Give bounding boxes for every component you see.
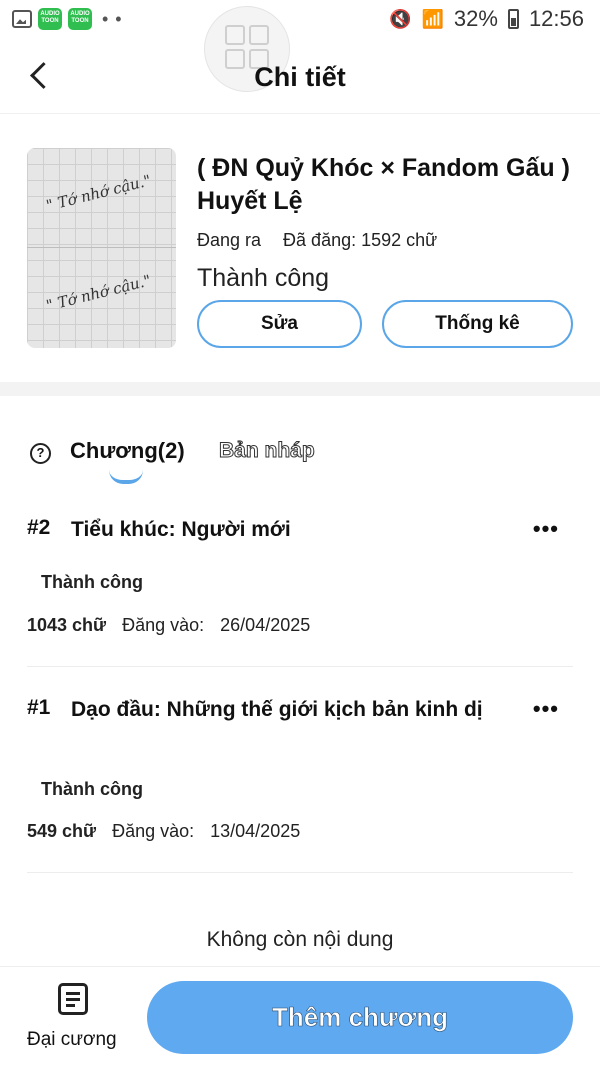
header: Chi tiết bbox=[0, 42, 600, 114]
status-right: 🔇 📶 32% 12:56 bbox=[389, 6, 584, 32]
status-left: AUDIO TOON AUDIO TOON • • bbox=[12, 8, 123, 30]
chapter-meta: 549 chữ Đăng vào: 13/04/2025 bbox=[27, 821, 300, 842]
outline-button[interactable]: Đại cương bbox=[22, 981, 126, 1057]
book-state: Đang ra bbox=[197, 230, 262, 250]
tab-drafts[interactable]: Bản nháp bbox=[219, 439, 316, 463]
chapter-title: Tiểu khúc: Người mới bbox=[71, 518, 291, 541]
document-icon bbox=[58, 983, 88, 1015]
posted-date: 13/04/2025 bbox=[210, 821, 301, 841]
section-divider bbox=[0, 382, 600, 396]
cover-text: " Tớ nhớ cậu." bbox=[44, 271, 153, 315]
help-icon[interactable]: ? bbox=[30, 443, 51, 464]
chapter-meta: 1043 chữ Đăng vào: 26/04/2025 bbox=[27, 615, 310, 636]
chapter-item[interactable]: #2 Tiểu khúc: Người mới ••• Thành công 1… bbox=[27, 516, 573, 667]
book-status: Thành công bbox=[197, 264, 330, 292]
outline-label: Đại cương bbox=[27, 1029, 117, 1050]
book-card: " Tớ nhớ cậu." " Tớ nhớ cậu." ( ĐN Quỷ K… bbox=[0, 114, 600, 382]
chapter-number: #2 bbox=[27, 516, 51, 539]
audio-toon-icon: AUDIO TOON bbox=[68, 8, 92, 30]
posted-date: 26/04/2025 bbox=[220, 615, 311, 635]
chapter-item[interactable]: #1 Dạo đầu: Những thế giới kịch bản kinh… bbox=[27, 696, 573, 873]
cover-text: " Tớ nhớ cậu." bbox=[44, 171, 153, 215]
chapter-tabs: ? Chương(2) Bản nháp bbox=[0, 426, 600, 486]
chapter-status: Thành công bbox=[41, 572, 143, 592]
active-tab-indicator bbox=[109, 470, 143, 484]
bottom-bar: Đại cương Thêm chương bbox=[0, 966, 600, 1067]
book-title: ( ĐN Quỷ Khóc × Fandom Gấu ) Huyết Lệ bbox=[197, 154, 570, 215]
more-options-icon[interactable]: ••• bbox=[533, 516, 559, 542]
chapter-word-count: 549 chữ bbox=[27, 821, 97, 841]
wifi-icon: 📶 bbox=[421, 8, 444, 29]
chapter-heading: #2 Tiểu khúc: Người mới bbox=[27, 516, 507, 544]
chapter-word-count: 1043 chữ bbox=[27, 615, 107, 635]
chapter-heading: #1 Dạo đầu: Những thế giới kịch bản kinh… bbox=[27, 696, 507, 724]
clock: 12:56 bbox=[528, 6, 584, 31]
add-chapter-button[interactable]: Thêm chương bbox=[147, 981, 573, 1054]
book-cover[interactable]: " Tớ nhớ cậu." " Tớ nhớ cậu." bbox=[27, 148, 176, 348]
tab-chapters[interactable]: Chương(2) bbox=[70, 438, 185, 464]
cover-panel: " Tớ nhớ cậu." bbox=[27, 248, 176, 348]
posted-label: Đăng vào: bbox=[112, 821, 195, 841]
end-of-list-note: Không còn nội dung bbox=[206, 928, 394, 951]
edit-button[interactable]: Sửa bbox=[197, 300, 362, 348]
battery-icon bbox=[507, 9, 519, 29]
chapter-title: Dạo đầu: Những thế giới kịch bản kinh dị bbox=[71, 698, 483, 721]
mute-icon: 🔇 bbox=[389, 8, 412, 29]
chapter-status: Thành công bbox=[41, 779, 143, 799]
more-notifications-indicator: • • bbox=[102, 8, 123, 29]
book-meta: Đang ra Đã đăng: 1592 chữ bbox=[197, 230, 437, 251]
status-bar: AUDIO TOON AUDIO TOON • • 🔇 📶 32% 12:56 bbox=[0, 0, 600, 42]
gallery-icon bbox=[12, 10, 32, 28]
posted-label: Đăng vào: bbox=[122, 615, 205, 635]
cover-panel: " Tớ nhớ cậu." bbox=[27, 148, 176, 248]
battery-percent: 32% bbox=[453, 6, 498, 31]
audio-toon-icon: AUDIO TOON bbox=[38, 8, 62, 30]
stats-button[interactable]: Thống kê bbox=[382, 300, 573, 348]
more-options-icon[interactable]: ••• bbox=[533, 696, 559, 722]
book-word-count: Đã đăng: 1592 chữ bbox=[283, 230, 438, 250]
chapter-number: #1 bbox=[27, 696, 51, 719]
page-title: Chi tiết bbox=[254, 62, 346, 92]
